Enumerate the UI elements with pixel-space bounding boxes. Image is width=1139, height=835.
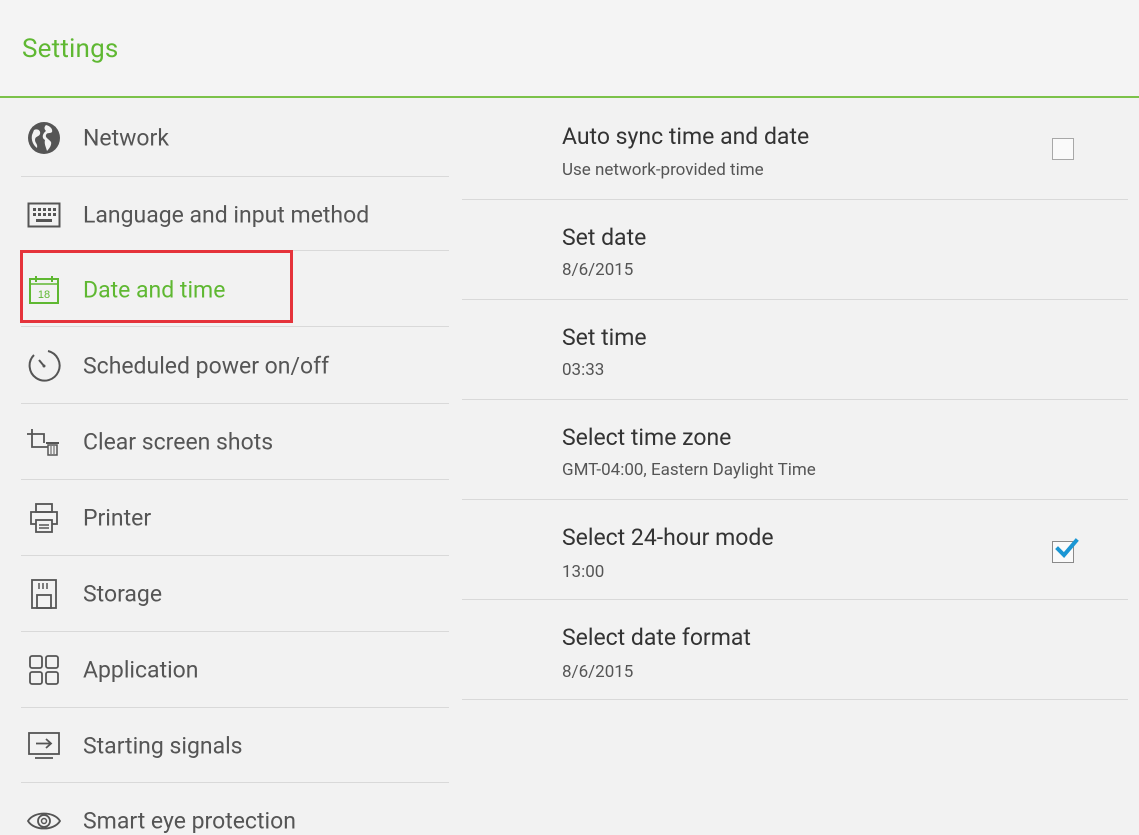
sidebar-item-printer[interactable]: Printer [21,480,449,556]
setting-24-hour-mode[interactable]: Select 24-hour mode 13:00 [462,500,1128,600]
sidebar-item-storage[interactable]: Storage [21,556,449,632]
app-header: Settings [0,0,1139,98]
setting-title: Select date format [562,624,751,651]
sidebar-item-scheduled-power[interactable]: Scheduled power on/off [21,328,449,404]
eye-icon [26,803,62,835]
sidebar-item-clear-screenshots[interactable]: Clear screen shots [21,404,449,480]
sidebar-item-label: Storage [83,580,163,608]
sd-card-icon [26,576,62,612]
auto-sync-checkbox[interactable] [1052,138,1074,160]
setting-title: Set date [562,224,647,251]
setting-subtitle: 8/6/2015 [562,662,634,682]
sidebar-item-language[interactable]: Language and input method [21,177,449,253]
setting-subtitle: GMT-04:00, Eastern Daylight Time [562,460,816,480]
setting-set-date[interactable]: Set date 8/6/2015 [462,200,1128,300]
settings-sidebar: Network Language and input method 18 Dat… [0,100,450,835]
page-title: Settings [22,34,119,64]
printer-icon [26,500,62,536]
sidebar-item-label: Starting signals [83,732,243,760]
setting-title: Auto sync time and date [562,123,810,150]
sidebar-item-label: Application [83,656,199,684]
setting-auto-sync[interactable]: Auto sync time and date Use network-prov… [462,100,1128,200]
sidebar-item-smart-eye-protection[interactable]: Smart eye protection [21,783,449,835]
setting-subtitle: 8/6/2015 [562,260,634,280]
sidebar-item-label: Network [83,124,169,152]
crop-trash-icon [26,424,62,460]
sidebar-item-application[interactable]: Application [21,632,449,708]
sidebar-item-label: Clear screen shots [83,428,274,456]
sidebar-item-label: Scheduled power on/off [83,352,330,380]
setting-subtitle: Use network-provided time [562,160,764,180]
timer-icon [26,348,62,384]
sidebar-item-label: Smart eye protection [83,807,296,835]
setting-subtitle: 03:33 [562,360,605,380]
setting-subtitle: 13:00 [562,562,605,582]
setting-set-time[interactable]: Set time 03:33 [462,300,1128,400]
24-hour-mode-checkbox[interactable] [1052,538,1079,563]
date-time-settings-panel: Auto sync time and date Use network-prov… [462,100,1128,700]
sidebar-item-starting-signals[interactable]: Starting signals [21,708,449,784]
sidebar-item-label: Language and input method [83,201,370,229]
setting-title: Select time zone [562,424,732,451]
setting-title: Set time [562,324,647,351]
input-source-icon [26,728,62,764]
globe-icon [26,120,62,156]
setting-date-format[interactable]: Select date format 8/6/2015 [462,600,1128,700]
divider [462,699,1128,700]
selection-highlight-box [20,250,293,323]
apps-grid-icon [26,652,62,688]
setting-time-zone[interactable]: Select time zone GMT-04:00, Eastern Dayl… [462,400,1128,500]
sidebar-item-label: Printer [83,504,152,532]
setting-title: Select 24-hour mode [562,524,774,551]
keyboard-icon [26,197,62,233]
divider [21,326,449,327]
checkmark-icon [1055,538,1079,558]
sidebar-item-network[interactable]: Network [21,100,449,176]
